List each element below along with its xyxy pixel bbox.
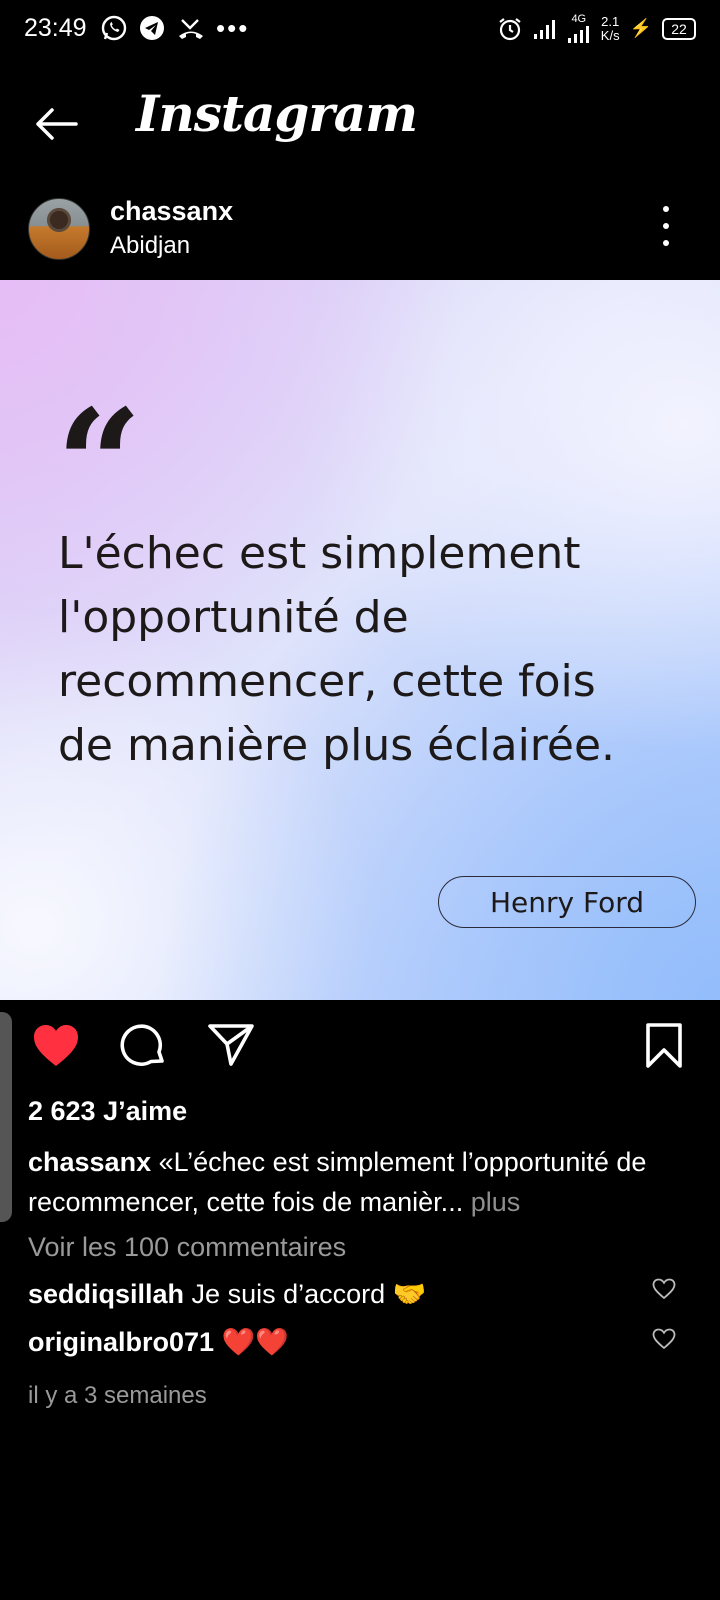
- dot-icon: [663, 206, 669, 212]
- more-options-button[interactable]: [656, 206, 676, 246]
- comment-text: ❤️❤️: [214, 1327, 289, 1357]
- signal-4g-icon: [567, 26, 589, 43]
- comment-like-button[interactable]: [652, 1278, 676, 1300]
- like-button[interactable]: [32, 1024, 80, 1068]
- dot-icon: [663, 240, 669, 246]
- send-icon: [208, 1024, 254, 1066]
- signal-icon: [533, 19, 555, 39]
- view-comments-link[interactable]: Voir les 100 commentaires: [28, 1232, 346, 1263]
- comment-icon: [120, 1024, 164, 1066]
- post-username[interactable]: chassanx: [110, 196, 233, 227]
- instagram-logo: Instagram: [136, 84, 418, 143]
- caption-username[interactable]: chassanx: [28, 1147, 151, 1177]
- alarm-icon: [499, 17, 521, 40]
- quote-text: L'échec est simplement l'opportunité de …: [58, 528, 616, 771]
- caption[interactable]: chassanx «L’échec est simplement l’oppor…: [28, 1142, 698, 1222]
- share-button[interactable]: [206, 1020, 256, 1070]
- back-arrow-icon: [36, 108, 78, 140]
- comment-button[interactable]: [118, 1020, 168, 1070]
- status-time: 23:49: [24, 14, 87, 42]
- caption-more-link[interactable]: plus: [463, 1187, 521, 1217]
- quote-author: Henry Ford: [438, 876, 696, 928]
- speed-unit: K/s: [600, 27, 620, 43]
- network-type: 4G: [571, 13, 587, 25]
- missed-call-icon: [179, 19, 203, 39]
- likes-count[interactable]: 2 623 J’aime: [28, 1096, 187, 1127]
- comment-item: originalbro071 ❤️❤️: [28, 1326, 289, 1358]
- post-location[interactable]: Abidjan: [110, 232, 190, 260]
- battery-level: 22: [662, 17, 696, 40]
- comment-text: Je suis d’accord 🤝: [184, 1279, 427, 1309]
- comment-item: seddiqsillah Je suis d’accord 🤝: [28, 1278, 426, 1310]
- charging-icon: ⚡: [629, 18, 652, 38]
- quote-mark-icon: “: [56, 377, 143, 553]
- telegram-icon: [140, 16, 164, 40]
- comment-username[interactable]: seddiqsillah: [28, 1279, 184, 1309]
- avatar[interactable]: [28, 198, 90, 260]
- status-right: 4G 2.1 K/s ⚡ 22: [497, 14, 696, 43]
- comment-like-button[interactable]: [652, 1328, 676, 1350]
- notification-icons: •••: [100, 14, 249, 42]
- heart-outline-icon: [652, 1278, 676, 1300]
- post-timestamp: il y a 3 semaines: [28, 1382, 207, 1409]
- speed-value: 2.1: [601, 13, 620, 29]
- back-button[interactable]: [28, 96, 84, 152]
- dot-icon: [663, 223, 669, 229]
- more-notifications-icon: •••: [216, 13, 250, 43]
- heart-outline-icon: [652, 1328, 676, 1350]
- heart-filled-icon: [34, 1025, 78, 1066]
- save-button[interactable]: [644, 1022, 684, 1070]
- edge-panel-handle[interactable]: [0, 1012, 12, 1222]
- whatsapp-icon: [101, 15, 127, 41]
- comment-username[interactable]: originalbro071: [28, 1327, 214, 1357]
- network-speed: 2.1 K/s: [600, 13, 620, 43]
- bookmark-icon: [646, 1023, 682, 1068]
